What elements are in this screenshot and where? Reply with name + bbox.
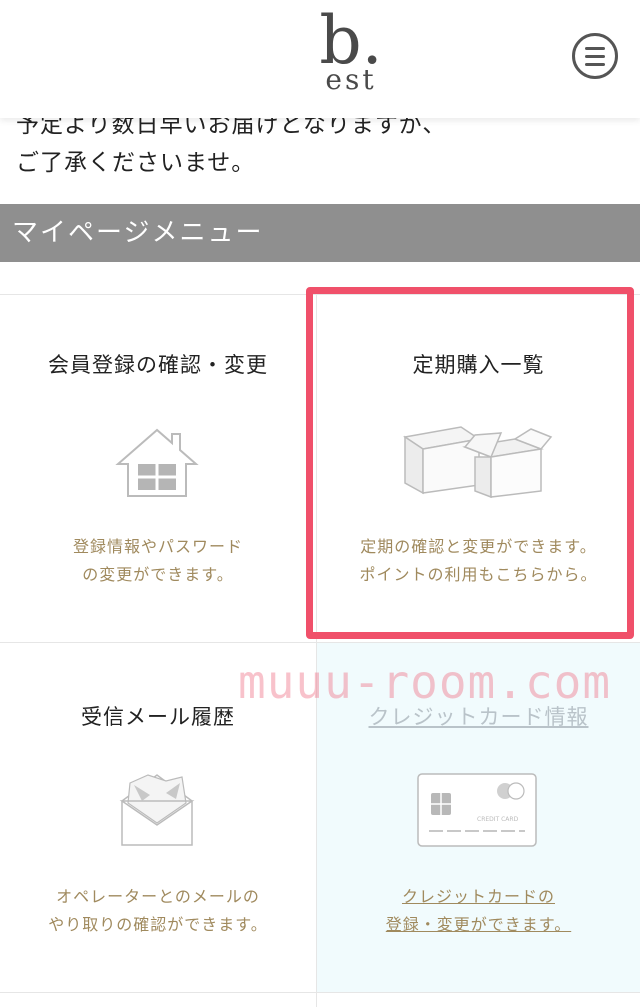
menu-item-desc: の変更ができます。 (82, 565, 234, 584)
card-text: CREDIT CARD (477, 816, 519, 823)
watermark: muuu-room.com (238, 655, 612, 709)
menu-item-title: 会員登録の確認・変更 (48, 353, 268, 377)
menu-item-desc: 登録情報やパスワード (72, 537, 243, 556)
mypage-menu-heading: マイページメニュー (0, 204, 640, 262)
grid-divider (0, 992, 640, 993)
notice-line-2: ご了承くださいませ。 (16, 150, 256, 176)
logo-sub: est (325, 63, 377, 96)
house-icon (115, 428, 199, 497)
site-header: b. est (0, 0, 640, 118)
brand-logo[interactable]: b. est (316, 8, 386, 108)
menu-item-desc: クレジットカードの (401, 887, 555, 906)
highlight-box (306, 287, 634, 639)
hamburger-menu-icon[interactable] (572, 33, 618, 79)
menu-item-desc: やり取りの確認ができます。 (48, 915, 268, 934)
envelope-icon (119, 774, 195, 846)
menu-item-member-info[interactable]: 会員登録の確認・変更 登録情報やパスワード の変更ができます。 (0, 295, 316, 642)
menu-item-desc: 登録・変更ができます。 (385, 915, 572, 934)
credit-card-icon: CREDIT CARD (417, 773, 537, 847)
menu-item-desc: オペレーターとのメールの (56, 887, 260, 906)
